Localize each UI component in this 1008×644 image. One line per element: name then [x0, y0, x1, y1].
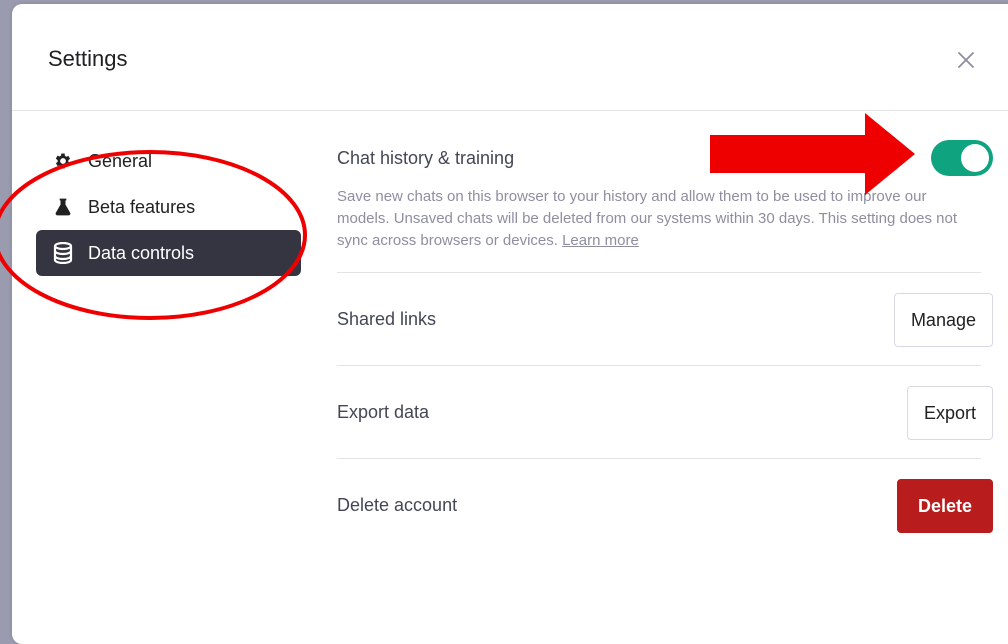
shared-links-section: Shared links Manage: [337, 273, 993, 366]
chat-history-title: Chat history & training: [337, 148, 515, 168]
database-icon: [52, 242, 74, 264]
chat-history-section: Chat history & training Save new chats o…: [337, 134, 993, 273]
delete-account-title: Delete account: [337, 495, 458, 515]
sidebar-item-label: Data controls: [88, 242, 195, 263]
modal-header: Settings: [12, 4, 1008, 111]
gear-icon: [52, 150, 74, 172]
manage-button[interactable]: Manage: [893, 293, 993, 347]
learn-more-link[interactable]: Learn more: [562, 232, 639, 249]
delete-account-section: Delete account Delete: [337, 459, 993, 551]
modal-title: Settings: [48, 46, 128, 71]
chat-history-description: Save new chats on this browser to your h…: [337, 186, 967, 252]
export-button[interactable]: Export: [906, 386, 993, 440]
export-data-title: Export data: [337, 402, 430, 422]
chat-history-toggle[interactable]: [931, 140, 993, 176]
settings-sidebar: General Beta features Data controls: [36, 138, 301, 276]
sidebar-item-label: General: [88, 150, 153, 171]
delete-button[interactable]: Delete: [896, 479, 993, 533]
settings-modal: Settings General Beta features Data cont…: [12, 4, 1008, 644]
sidebar-item-general[interactable]: General: [36, 138, 301, 184]
sidebar-item-data-controls[interactable]: Data controls: [36, 230, 301, 276]
sidebar-item-beta-features[interactable]: Beta features: [36, 184, 301, 230]
toggle-knob: [961, 144, 989, 172]
close-button[interactable]: [948, 42, 984, 78]
flask-icon: [52, 196, 74, 218]
shared-links-title: Shared links: [337, 309, 437, 329]
close-icon: [958, 52, 974, 68]
export-data-section: Export data Export: [337, 366, 993, 459]
sidebar-item-label: Beta features: [88, 196, 196, 217]
description-text: Save new chats on this browser to your h…: [337, 188, 958, 249]
data-controls-panel: Chat history & training Save new chats o…: [337, 134, 993, 551]
